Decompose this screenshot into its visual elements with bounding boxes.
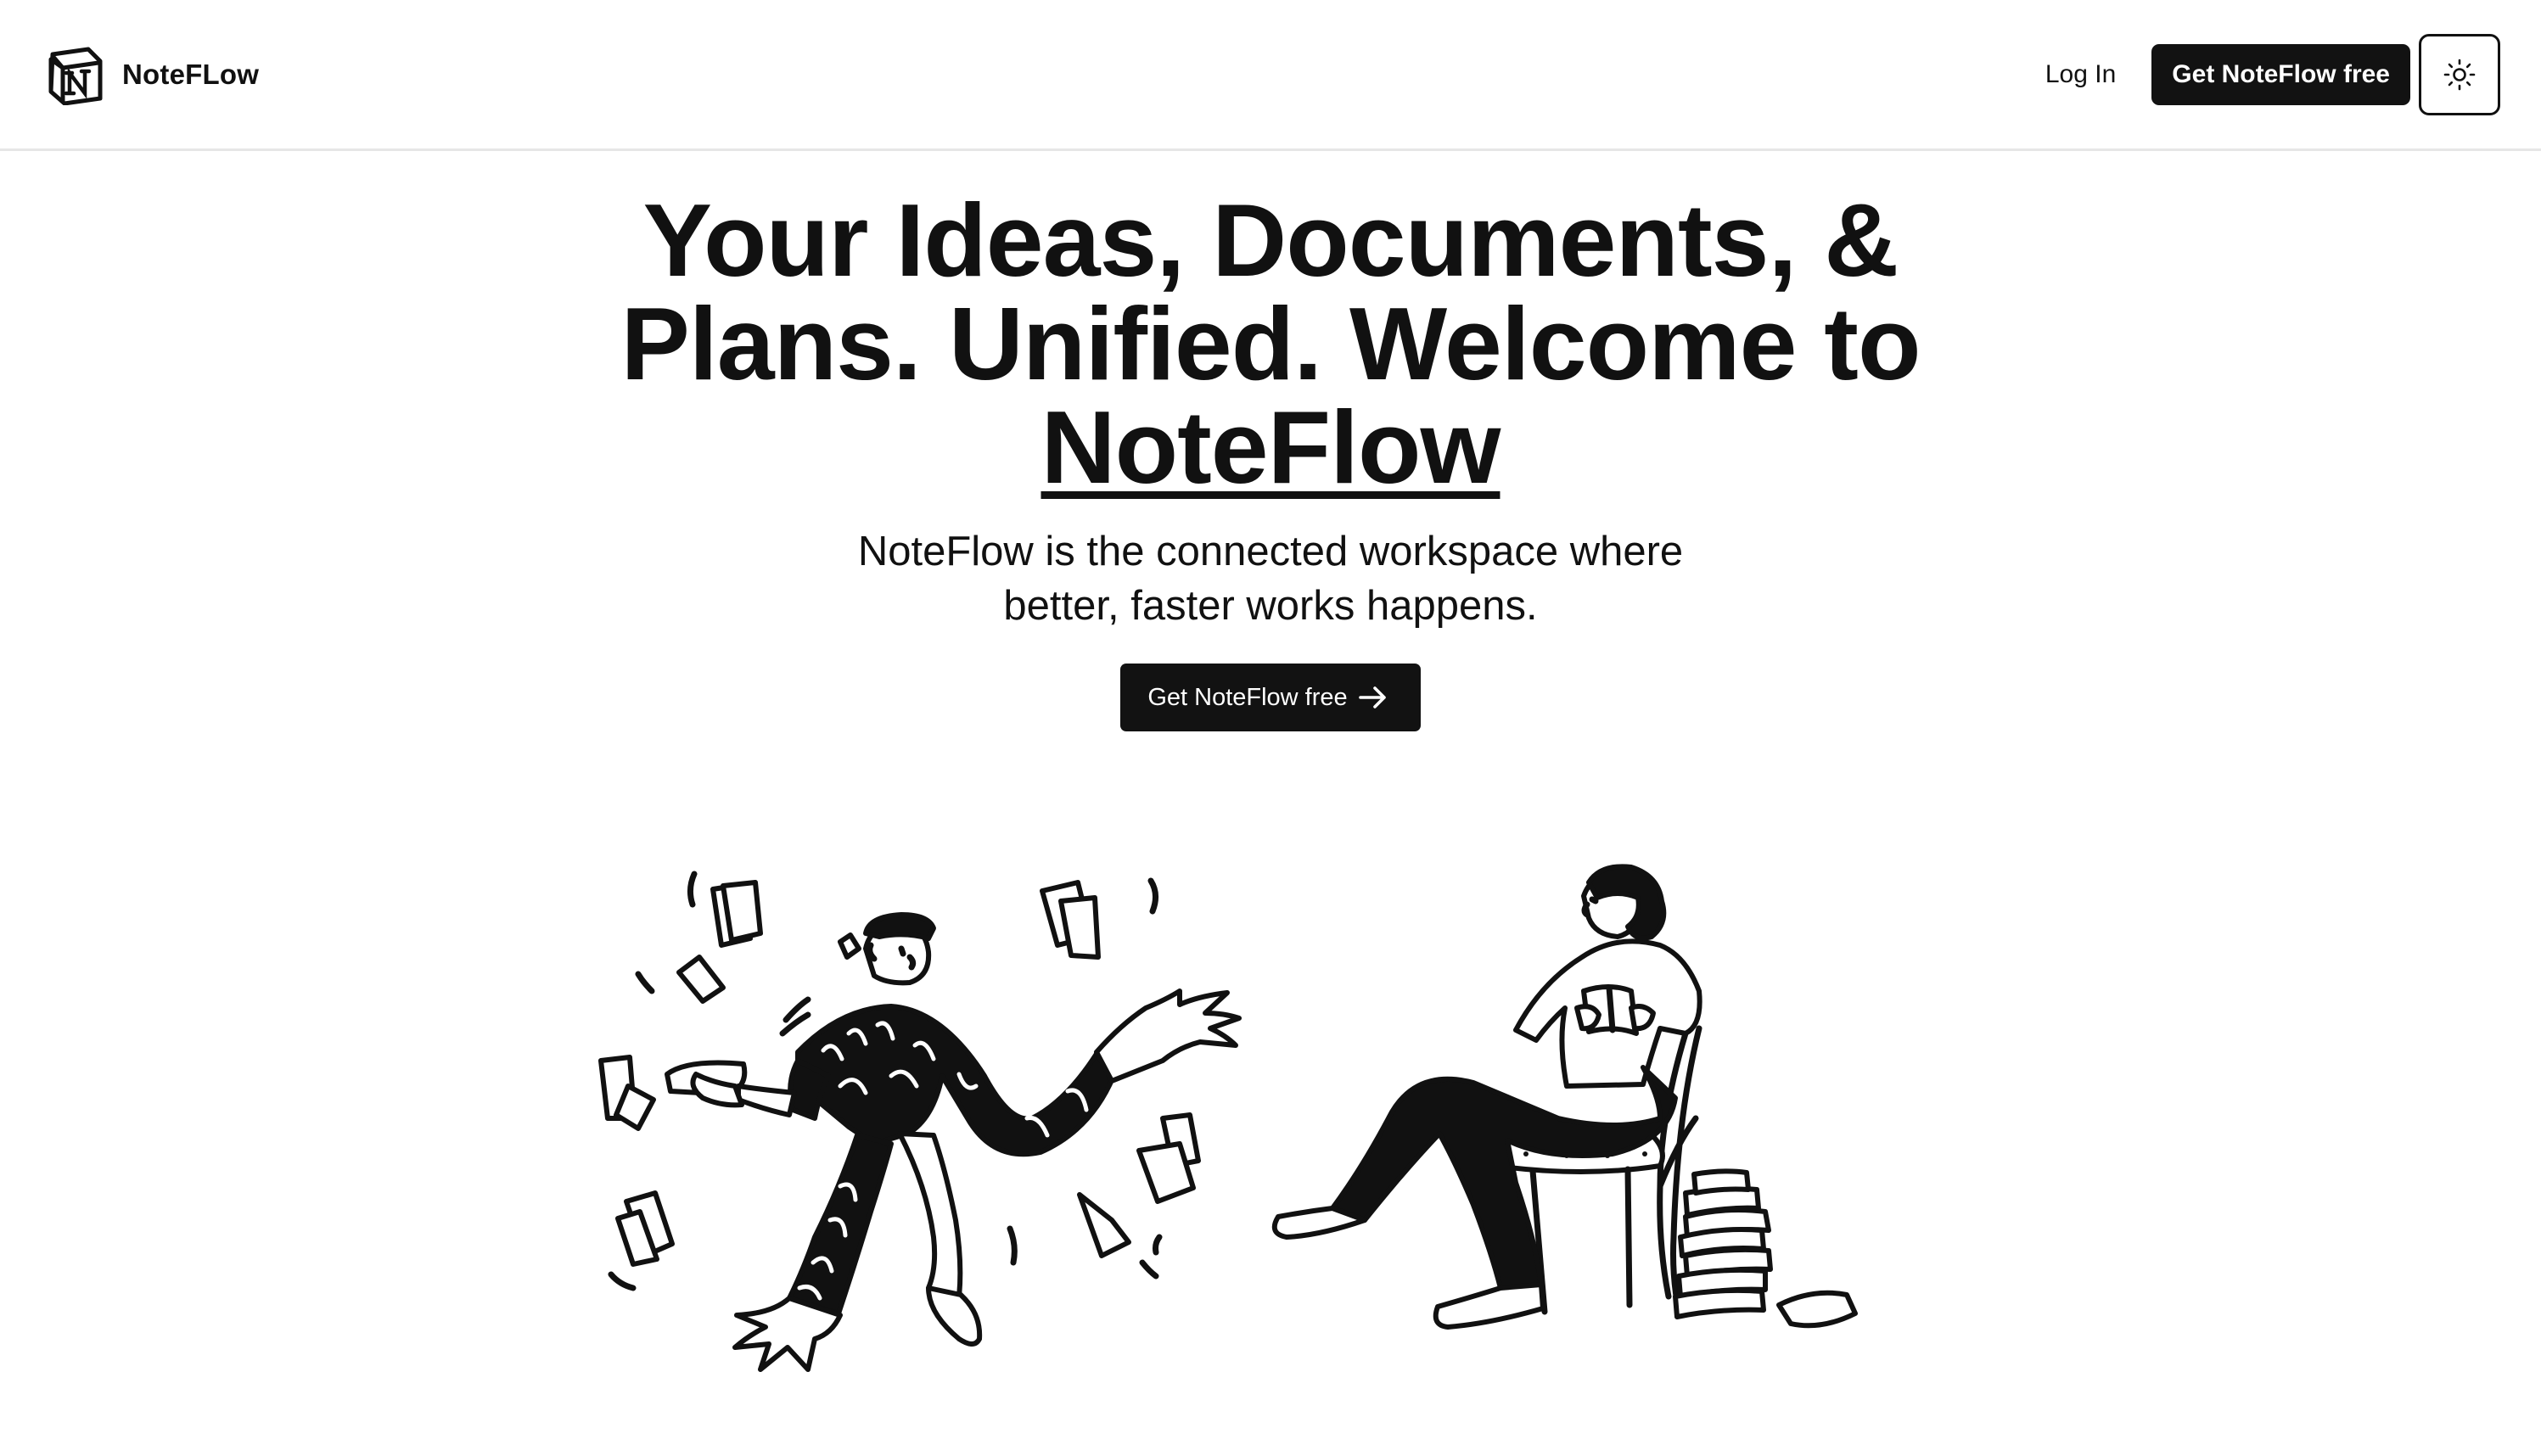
top-navbar: NoteFLow Log In Get NoteFlow free [0,0,2541,151]
paper-icon [598,1055,656,1131]
paper-icon [710,880,763,948]
paper-icon [676,955,726,1004]
get-noteflow-free-button[interactable]: Get NoteFlow free [2151,43,2410,105]
juggling-papers-illustration [598,871,1242,1372]
reading-person-illustration [1271,864,1858,1330]
paper-icon [838,932,861,960]
book-stack-icon [1673,1168,1773,1319]
book-icon [1776,1290,1858,1329]
hero-get-noteflow-free-button[interactable]: Get NoteFlow free [1120,664,1421,731]
hero-subtitle: NoteFlow is the connected workspace wher… [857,529,1684,629]
theme-toggle-button[interactable] [2419,33,2500,115]
hero-cta-label: Get NoteFlow free [1147,683,1348,711]
hero-headline: Your Ideas, Documents, & Plans. Unified.… [592,188,1949,499]
login-button[interactable]: Log In [2028,48,2133,101]
brand-name: NoteFLow [122,58,260,90]
arrow-right-icon [1358,686,1386,708]
notion-n-logo-icon [48,47,103,105]
brand[interactable]: NoteFLow [44,44,259,105]
paper-icon [1077,1112,1201,1258]
paper-icon [1040,880,1101,960]
paper-icon [615,1190,675,1267]
hero-section: Your Ideas, Documents, & Plans. Unified.… [0,188,2541,731]
sun-icon [2443,59,2476,90]
headline-text: Your Ideas, Documents, & Plans. Unified.… [620,182,1921,401]
headline-brand-word: NoteFlow [1041,389,1501,505]
nav-actions: Log In Get NoteFlow free [2028,33,2500,115]
